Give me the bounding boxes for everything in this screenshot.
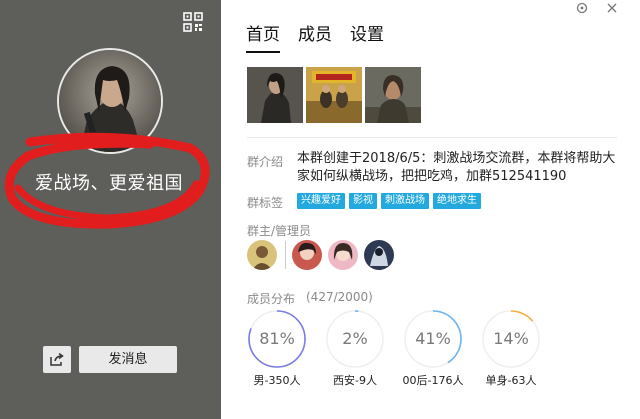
admin-avatar[interactable] (328, 240, 358, 270)
group-details-panel: 首页 成员 设置 群介绍 本群创建于2018/6/5：刺激战场交流群，本群将帮助… (221, 0, 640, 419)
album-photo[interactable] (247, 67, 303, 123)
share-button[interactable] (43, 346, 71, 373)
tag-item[interactable]: 兴趣爱好 (297, 193, 345, 209)
admin-avatar[interactable] (364, 240, 394, 270)
group-avatar[interactable] (57, 48, 163, 154)
intro-text: 本群创建于2018/6/5：刺激战场交流群，本群将帮助大家如何纵横战场，把把吃鸡… (297, 151, 616, 184)
send-message-button[interactable]: 发消息 (79, 346, 177, 373)
tag-item[interactable]: 绝地求生 (433, 193, 481, 209)
group-card-panel: 爱战场、更爱祖国 发消息 (0, 0, 221, 419)
admin-separator (285, 241, 286, 269)
album-photo[interactable] (306, 67, 362, 123)
tab-home[interactable]: 首页 (246, 20, 280, 53)
intro-label: 群介绍 (247, 155, 284, 169)
window-controls (576, 2, 618, 17)
qr-code-icon[interactable] (183, 12, 203, 32)
stat-percent: 14% (493, 329, 529, 348)
album-photo[interactable] (365, 67, 421, 123)
share-icon (50, 353, 64, 366)
tag-item[interactable]: 刺激战场 (381, 193, 429, 209)
admins-label: 群主/管理员 (247, 224, 312, 238)
stat-label: 西安-9人 (333, 374, 377, 387)
stat-gender[interactable]: 81% 男-350人 (247, 309, 307, 388)
owner-avatar[interactable] (247, 240, 277, 270)
divider (247, 137, 617, 138)
tab-bar: 首页 成员 设置 (246, 20, 384, 53)
stat-percent: 41% (415, 329, 451, 348)
menu-icon[interactable] (576, 2, 588, 17)
distribution-stats: 81% 男-350人 2% 西安-9人 41% 00后-176人 14% 单身-… (247, 309, 541, 388)
member-count: (427/2000) (306, 290, 373, 304)
group-profile-window: 爱战场、更爱祖国 发消息 首页 成员 设置 群介绍 本群创建于2018/6/5：… (0, 0, 640, 419)
stat-age[interactable]: 41% 00后-176人 (403, 309, 463, 388)
stat-label: 00后-176人 (402, 374, 464, 387)
stat-label: 男-350人 (253, 374, 301, 387)
tab-members[interactable]: 成员 (298, 20, 332, 53)
tab-settings[interactable]: 设置 (350, 20, 384, 53)
admin-avatar[interactable] (292, 240, 322, 270)
admin-list (247, 240, 394, 270)
tag-list: 兴趣爱好 影视 刺激战场 绝地求生 (297, 193, 481, 209)
distribution-label: 成员分布 (247, 292, 296, 306)
stat-percent: 2% (342, 329, 368, 348)
stat-percent: 81% (259, 329, 295, 348)
stat-label: 单身-63人 (485, 374, 537, 387)
close-icon[interactable] (606, 2, 618, 17)
stat-single[interactable]: 14% 单身-63人 (481, 309, 541, 388)
group-album (247, 67, 421, 123)
stat-region[interactable]: 2% 西安-9人 (325, 309, 385, 388)
tag-item[interactable]: 影视 (349, 193, 377, 209)
group-name: 爱战场、更爱祖国 (35, 173, 183, 194)
tags-label: 群标签 (247, 196, 284, 210)
